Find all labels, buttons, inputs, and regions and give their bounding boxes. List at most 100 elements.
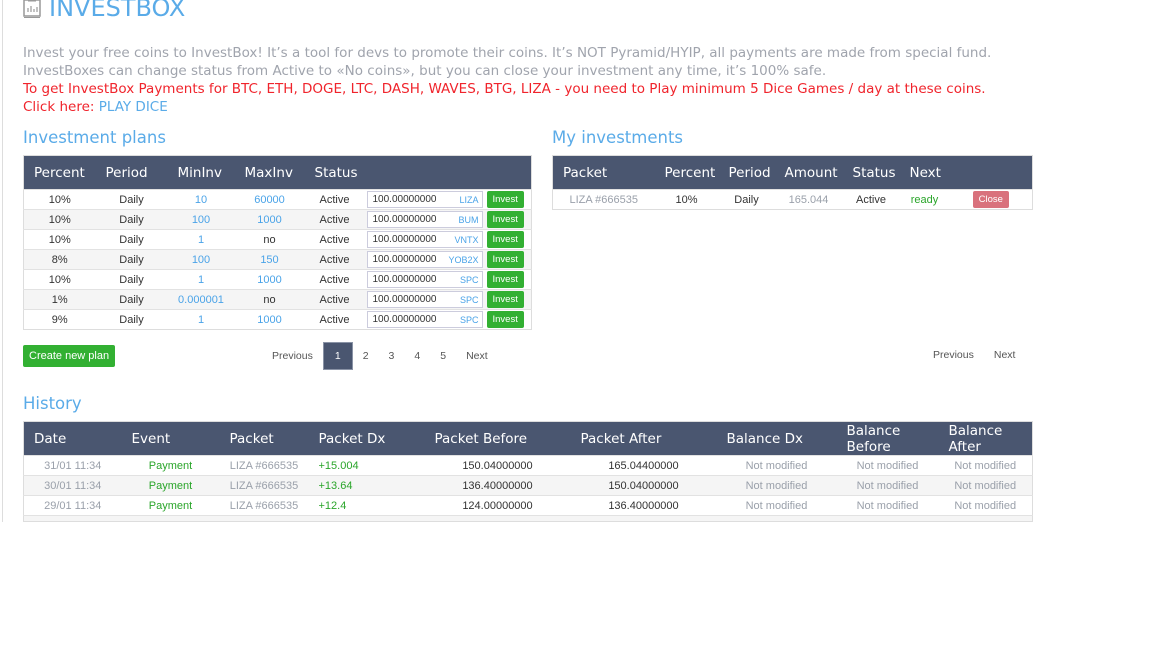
plan-percent: 9% — [23, 309, 96, 330]
history-dx: +13.64 — [308, 475, 425, 496]
column-header: Next — [899, 155, 950, 190]
history-packet: LIZA #666535 — [219, 495, 309, 516]
plan-period: Daily — [95, 269, 168, 290]
coin-label: SPC — [459, 294, 479, 305]
investment-plans-heading: Investment plans — [23, 128, 166, 147]
pager-page[interactable]: 2 — [353, 343, 379, 369]
plan-period: Daily — [95, 189, 168, 210]
table-row: 10% Daily 1 1000 Active 100.00000000 SPC Invest — [23, 269, 532, 290]
column-header: Balance Dx — [716, 421, 837, 456]
column-header-blank — [364, 155, 532, 190]
invest-amount-input[interactable]: 100.00000000 YOB2X — [366, 251, 483, 268]
plan-max: 1000 — [234, 209, 305, 230]
sidebar-border — [2, 0, 3, 522]
invest-button[interactable]: Invest — [486, 211, 524, 228]
pager-next[interactable]: Next — [456, 343, 498, 369]
invest-button[interactable]: Invest — [486, 291, 524, 308]
pager-page[interactable]: 3 — [379, 343, 405, 369]
invest-cell: 100.00000000 YOB2X Invest — [364, 249, 532, 270]
history-before: 124.00000000 — [424, 495, 571, 516]
create-new-plan-button[interactable]: Create new plan — [23, 345, 116, 367]
history-after: 165.04400000 — [570, 455, 717, 476]
invest-amount-input[interactable]: 100.00000000 SPC — [366, 271, 483, 288]
invest-button[interactable]: Invest — [486, 231, 524, 248]
history-packet: LIZA #666535 — [219, 455, 309, 476]
coin-label: SPC — [459, 274, 479, 285]
close-button[interactable]: Close — [972, 191, 1009, 208]
invest-cell: 100.00000000 SPC Invest — [364, 269, 532, 290]
plan-status: Active — [304, 269, 365, 290]
column-header: Packet After — [570, 421, 717, 456]
history-date: 30/01 11:34 — [23, 475, 122, 496]
table-row: 1% Daily 0.000001 no Active 100.00000000 SPC In… — [23, 289, 532, 310]
page-title: INVESTBOX — [23, 0, 185, 22]
table-row: 10% Daily 1 no Active 100.00000000 VNTX Invest — [23, 229, 532, 250]
invest-button[interactable]: Invest — [486, 251, 524, 268]
plan-min: 0.000001 — [167, 289, 235, 310]
plan-percent: 10% — [23, 189, 96, 210]
invest-button[interactable]: Invest — [486, 311, 524, 328]
column-header: Status — [842, 155, 900, 190]
column-header: Packet Before — [424, 421, 571, 456]
plan-percent: 8% — [23, 249, 96, 270]
intro-line: InvestBoxes can change status from Activ… — [23, 63, 827, 79]
invest-cell: 100.00000000 BUM Invest — [364, 209, 532, 230]
history-bafter: Not modified — [938, 495, 1033, 516]
play-dice-link[interactable]: PLAY DICE — [99, 99, 168, 115]
coin-label: YOB2X — [448, 254, 479, 265]
invest-button[interactable]: Invest — [486, 191, 524, 208]
plan-min: 10 — [167, 189, 235, 210]
invest-amount-input[interactable]: 100.00000000 SPC — [366, 291, 483, 308]
invest-cell: 100.00000000 LIZA Invest — [364, 189, 532, 210]
column-header: Percent — [654, 155, 719, 190]
pager-previous[interactable]: Previous — [262, 343, 323, 369]
amount-value: 100.00000000 — [372, 314, 437, 325]
history-table: Date Event Packet Packet Dx Packet Before Pac… — [23, 421, 1033, 522]
title-text: INVESTBOX — [49, 0, 186, 22]
invest-amount-input[interactable]: 100.00000000 LIZA — [366, 191, 483, 208]
column-header: Packet Dx — [308, 421, 425, 456]
history-bbefore: Not modified — [836, 475, 939, 496]
intro-warning: To get InvestBox Payments for BTC, ETH, … — [23, 81, 986, 97]
plan-max: 1000 — [234, 309, 305, 330]
invest-amount-input[interactable]: 100.00000000 VNTX — [366, 231, 483, 248]
history-before: 136.40000000 — [424, 475, 571, 496]
plan-min: 1 — [167, 229, 235, 250]
investment-amount: 165.044 — [774, 189, 843, 210]
pager-page[interactable]: 1 — [322, 342, 353, 370]
coin-label: BUM — [458, 214, 479, 225]
column-header: Packet — [219, 421, 309, 456]
intro-line: Invest your free coins to InvestBox! It’… — [23, 45, 992, 61]
column-header: Status — [304, 155, 365, 190]
investment-next: ready — [899, 189, 950, 210]
column-header: Balance Before — [836, 421, 939, 456]
invest-cell: 100.00000000 VNTX Invest — [364, 229, 532, 250]
history-bafter: Not modified — [938, 475, 1033, 496]
plan-max: no — [234, 229, 305, 250]
plan-max: 60000 — [234, 189, 305, 210]
plan-min: 100 — [167, 249, 235, 270]
plan-period: Daily — [95, 209, 168, 230]
investment-status: Active — [842, 189, 900, 210]
table-row: 29/01 11:34 Payment LIZA #666535 +12.4 124.0… — [23, 495, 1033, 516]
invest-button[interactable]: Invest — [486, 271, 524, 288]
history-after: 136.40000000 — [570, 495, 717, 516]
table-row: 10% Daily 10 60000 Active 100.00000000 LIZA Inv… — [23, 189, 532, 210]
plan-period: Daily — [95, 309, 168, 330]
intro-text: Invest your free coins to InvestBox! It’… — [23, 44, 991, 116]
invest-amount-input[interactable]: 100.00000000 BUM — [366, 211, 483, 228]
plan-period: Daily — [95, 229, 168, 250]
plan-percent: 10% — [23, 209, 96, 230]
invest-amount-input[interactable]: 100.00000000 SPC — [366, 311, 483, 328]
pager-page[interactable]: 4 — [404, 343, 430, 369]
pager-previous[interactable]: Previous — [923, 342, 984, 368]
my-investments-table: Packet Percent Period Amount Status Next LIZA… — [552, 155, 1033, 210]
investment-plans-table: Percent Period MinInv MaxInv Status 10% Daily… — [23, 155, 532, 330]
column-header: Percent — [23, 155, 96, 190]
pager-page[interactable]: 5 — [430, 343, 456, 369]
pager-next[interactable]: Next — [984, 342, 1026, 368]
plans-pagination: Previous 1 2 3 4 5 Next — [262, 342, 498, 370]
history-heading: History — [23, 394, 82, 413]
invest-cell: 100.00000000 SPC Invest — [364, 309, 532, 330]
investbox-icon — [23, 0, 41, 18]
